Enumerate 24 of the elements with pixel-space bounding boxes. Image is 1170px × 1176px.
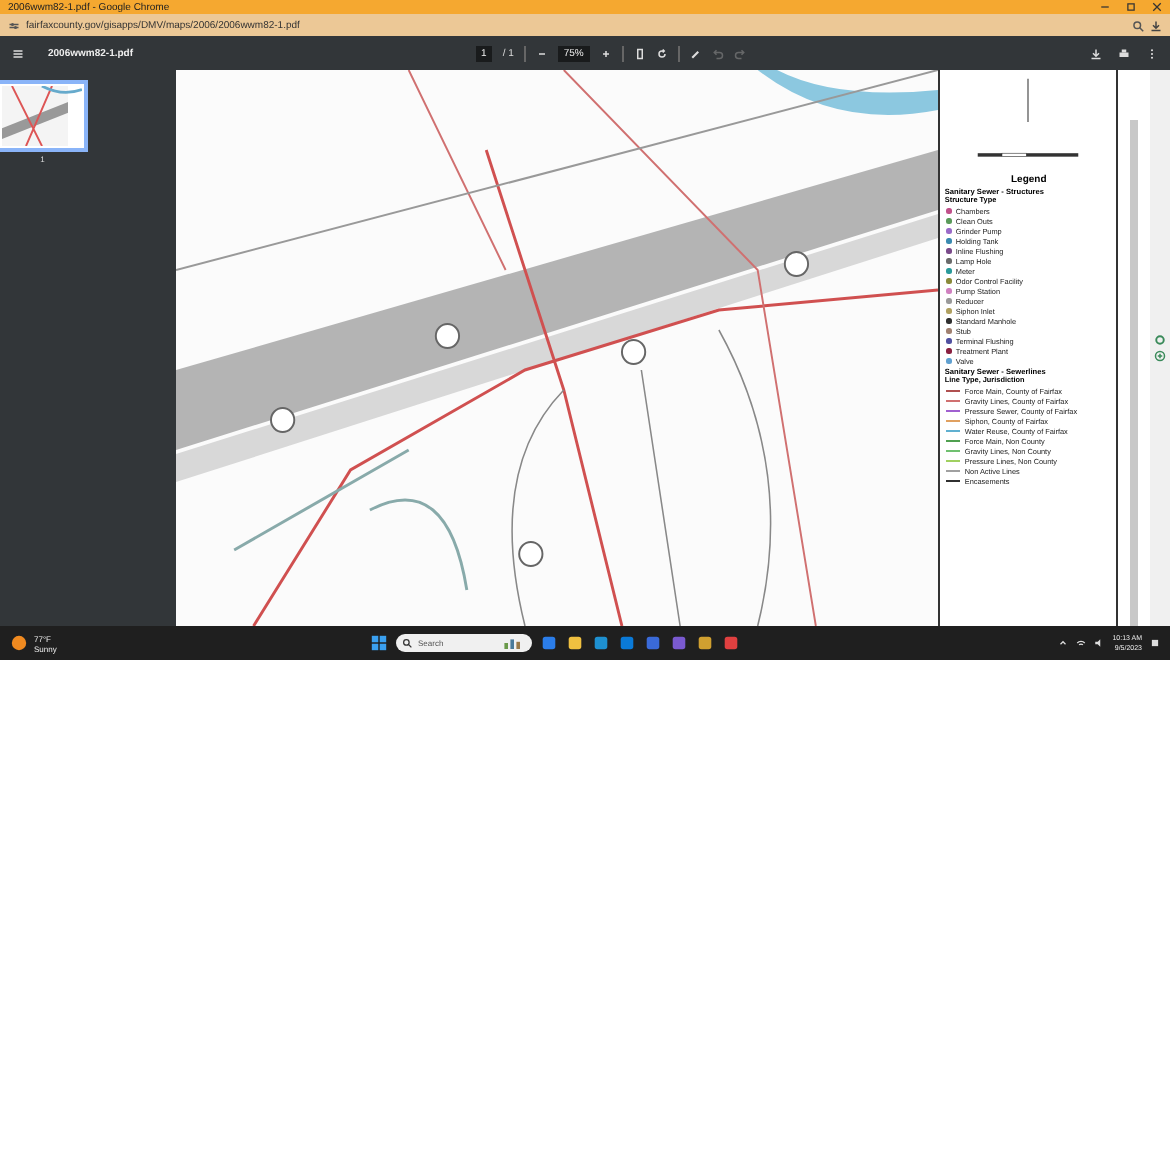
- maximize-icon[interactable]: [1126, 2, 1136, 12]
- windows-start-icon[interactable]: [370, 634, 388, 652]
- rotate-icon[interactable]: [655, 47, 668, 59]
- chevron-icon[interactable]: [1058, 638, 1069, 648]
- network-icon[interactable]: [1076, 638, 1087, 648]
- minimize-icon[interactable]: [1100, 2, 1110, 12]
- annotate-icon[interactable]: [689, 47, 702, 59]
- fit-page-icon[interactable]: [633, 47, 646, 59]
- search-icon: [402, 638, 412, 648]
- search-highlight-icon: [502, 636, 526, 650]
- scrollbar[interactable]: [1130, 120, 1139, 626]
- notification-icon[interactable]: [1150, 638, 1160, 648]
- close-icon[interactable]: [1152, 2, 1162, 12]
- zoom-in-icon[interactable]: [599, 47, 612, 59]
- sun-icon[interactable]: [10, 634, 28, 652]
- zoom-out-icon[interactable]: [535, 47, 548, 59]
- menu-icon[interactable]: [12, 47, 24, 59]
- speaker-icon[interactable]: [1094, 638, 1105, 648]
- plus-icon[interactable]: [1154, 350, 1167, 362]
- site-info-icon[interactable]: [8, 19, 20, 31]
- download-icon[interactable]: [1150, 19, 1162, 31]
- zoom-icon[interactable]: [1132, 19, 1144, 31]
- print-icon[interactable]: [1118, 47, 1130, 59]
- page-thumbnail[interactable]: [0, 80, 89, 152]
